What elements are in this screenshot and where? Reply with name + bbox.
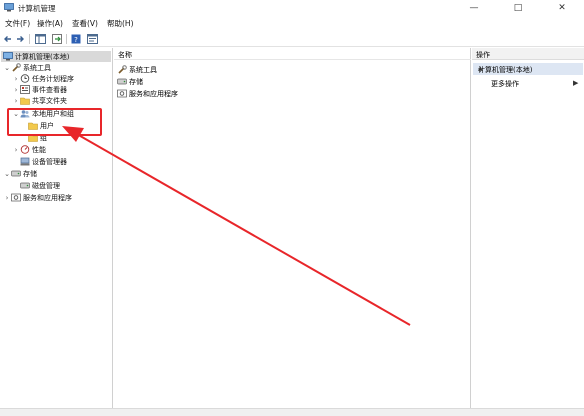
svg-text:?: ? <box>74 36 78 44</box>
properties-icon <box>86 34 98 44</box>
actions-pane: 操作 计算机管理(本地) ▲ 更多操作 ▶ <box>472 48 584 408</box>
menu-help[interactable]: 帮助(H) <box>107 18 134 29</box>
tools-icon <box>117 65 127 74</box>
collapse-up-icon[interactable]: ▲ <box>478 65 579 72</box>
list-item-label: 服务和应用程序 <box>129 89 178 98</box>
folder-icon <box>20 96 30 105</box>
computer-icon <box>3 52 13 61</box>
results-pane: 名称 系统工具 存储 服务和应用程序 <box>114 48 471 408</box>
submenu-arrow-icon: ▶ <box>573 79 579 87</box>
clock-icon <box>20 74 30 83</box>
toolbar-separator <box>29 34 30 44</box>
tree-item-root[interactable]: 计算机管理(本地) <box>1 51 111 62</box>
back-icon <box>4 36 11 42</box>
tree-item-label: 磁盘管理 <box>32 181 60 190</box>
services-icon <box>117 89 127 98</box>
list-item-label: 存储 <box>129 77 143 86</box>
list-item[interactable]: 服务和应用程序 <box>117 88 178 99</box>
tree-item-device-manager[interactable]: 设备管理器 <box>20 156 67 167</box>
tree-item-label: 服务和应用程序 <box>23 193 72 202</box>
highlight-box <box>7 108 102 136</box>
device-icon <box>20 157 30 166</box>
help-button[interactable]: ? <box>70 33 82 45</box>
export-button[interactable] <box>51 33 63 45</box>
forward-button[interactable] <box>15 33 25 45</box>
console-tree-button[interactable] <box>34 33 46 45</box>
list-item[interactable]: 系统工具 <box>117 64 157 75</box>
menu-bar: 文件(F) 操作(A) 查看(V) 帮助(H) <box>0 17 584 30</box>
status-bar <box>0 408 584 416</box>
console-tree-icon <box>34 34 46 44</box>
more-actions-link[interactable]: 更多操作 <box>491 79 519 89</box>
app-icon <box>4 3 14 12</box>
tree-item-label: 设备管理器 <box>32 157 67 166</box>
menu-file[interactable]: 文件(F) <box>5 18 30 29</box>
window-title: 计算机管理 <box>18 4 56 13</box>
menu-action[interactable]: 操作(A) <box>37 18 63 29</box>
tree-item-label: 系统工具 <box>23 63 51 72</box>
tree-item-label: 计算机管理(本地) <box>15 52 70 61</box>
list-item[interactable]: 存储 <box>117 76 143 87</box>
tree-item-storage[interactable]: ⌄ 存储 <box>3 168 37 179</box>
disk-icon <box>11 169 21 178</box>
chevron-right-icon[interactable]: › <box>12 86 20 94</box>
list-item-label: 系统工具 <box>129 65 157 74</box>
tree-item-label: 存储 <box>23 169 37 178</box>
actions-section[interactable]: 计算机管理(本地) ▲ <box>473 63 583 75</box>
tree-item-disk-management[interactable]: 磁盘管理 <box>20 180 60 191</box>
disk-icon <box>117 77 127 86</box>
properties-button[interactable] <box>86 33 98 45</box>
title-bar: 计算机管理 — □ ✕ <box>0 0 584 16</box>
back-button[interactable] <box>3 33 13 45</box>
computer-management-window: 计算机管理 — □ ✕ 文件(F) 操作(A) 查看(V) 帮助(H) ? 计算… <box>0 0 584 416</box>
chevron-right-icon[interactable]: › <box>12 146 20 154</box>
close-button[interactable]: ✕ <box>540 0 584 16</box>
chevron-down-icon[interactable]: ⌄ <box>3 64 11 72</box>
chevron-right-icon[interactable]: › <box>12 97 20 105</box>
chevron-right-icon[interactable]: › <box>12 75 20 83</box>
actions-header: 操作 <box>472 48 584 60</box>
tree-item-task-scheduler[interactable]: › 任务计划程序 <box>12 73 74 84</box>
tree-item-label: 任务计划程序 <box>32 74 74 83</box>
column-header-name[interactable]: 名称 <box>114 48 471 60</box>
minimize-button[interactable]: — <box>452 0 496 16</box>
gauge-icon <box>20 145 30 154</box>
console-tree-pane: 计算机管理(本地) ⌄ 系统工具 › 任务计划程序 › 事件查看器 › 共享文件… <box>0 48 113 408</box>
tree-item-shared-folders[interactable]: › 共享文件夹 <box>12 95 67 106</box>
chevron-right-icon[interactable]: › <box>3 194 11 202</box>
help-icon: ? <box>71 34 81 44</box>
tree-item-label: 事件查看器 <box>32 85 67 94</box>
toolbar-separator <box>66 34 67 44</box>
tree-item-label: 性能 <box>32 145 46 154</box>
tree-item-label: 共享文件夹 <box>32 96 67 105</box>
menu-view[interactable]: 查看(V) <box>72 18 98 29</box>
maximize-button[interactable]: □ <box>496 0 540 16</box>
disk-icon <box>20 181 30 190</box>
tools-icon <box>11 63 21 72</box>
tree-item-performance[interactable]: › 性能 <box>12 144 46 155</box>
toolbar: ? <box>0 31 584 47</box>
services-icon <box>11 193 21 202</box>
export-icon <box>51 34 62 44</box>
chevron-down-icon[interactable]: ⌄ <box>3 170 11 178</box>
tree-item-services-apps[interactable]: › 服务和应用程序 <box>3 192 72 203</box>
event-icon <box>20 85 30 94</box>
forward-icon <box>17 36 24 42</box>
tree-item-system-tools[interactable]: ⌄ 系统工具 <box>3 62 51 73</box>
tree-item-event-viewer[interactable]: › 事件查看器 <box>12 84 67 95</box>
